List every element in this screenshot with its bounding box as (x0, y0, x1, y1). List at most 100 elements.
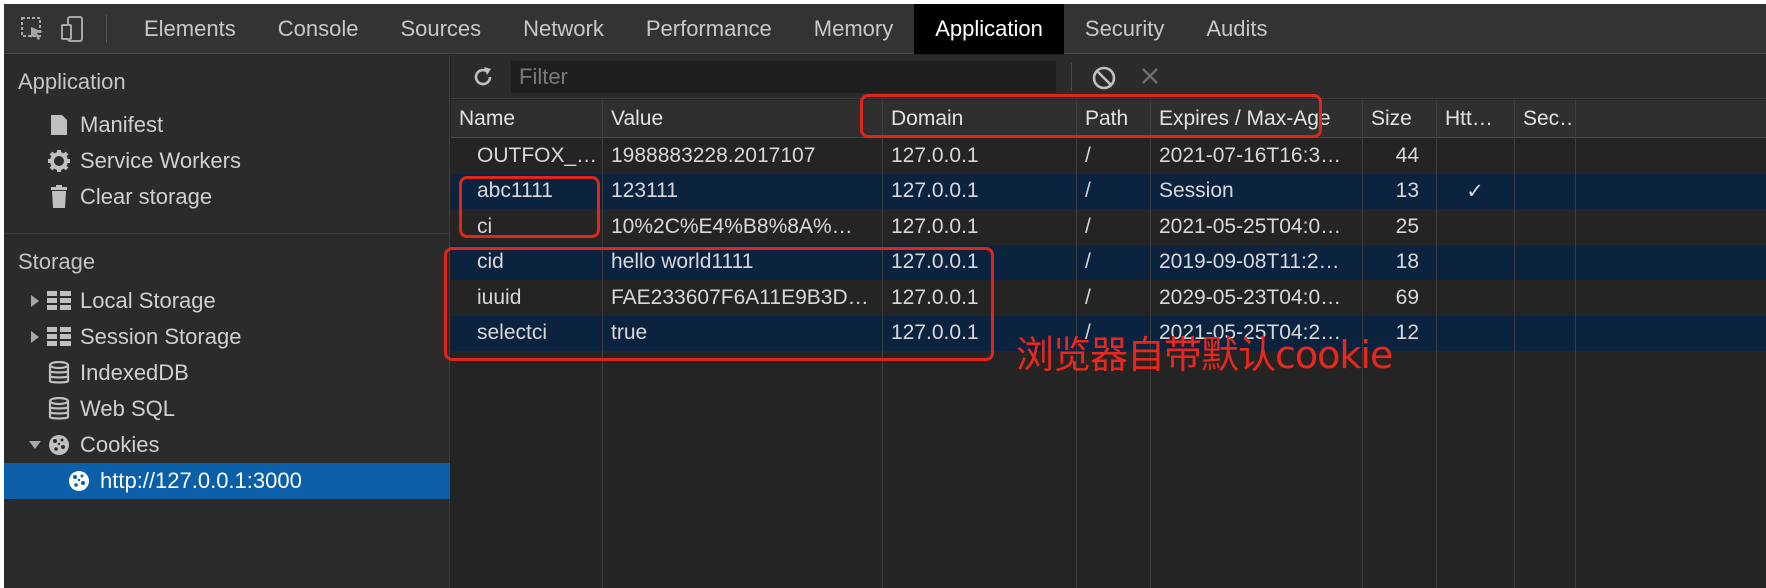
cell-value: 123111 (611, 179, 678, 203)
column-divider[interactable] (1575, 100, 1576, 588)
tab-application[interactable]: Application (914, 3, 1064, 54)
tab-sources[interactable]: Sources (379, 4, 502, 54)
sidebar-item-indexeddb[interactable]: IndexedDB (46, 355, 189, 391)
tab-security[interactable]: Security (1064, 4, 1185, 54)
cookie-icon (66, 468, 92, 494)
cell-secure (1523, 174, 1575, 210)
sidebar-item-manifest[interactable]: Manifest (46, 107, 163, 143)
delete-selected-icon[interactable] (1139, 65, 1161, 87)
tab-memory[interactable]: Memory (793, 4, 914, 54)
sidebar-item-label: Local Storage (80, 288, 216, 313)
cell-secure (1523, 209, 1575, 245)
collapse-arrow-icon[interactable] (28, 438, 42, 452)
cell-name: OUTFOX_… (477, 143, 598, 167)
sidebar-section-application: Application (18, 69, 126, 94)
tab-console[interactable]: Console (257, 4, 380, 54)
sidebar: Application Manifest Service Workers Cle… (4, 55, 450, 588)
table-row[interactable]: abc1111 123111 127.0.0.1/Session 13 ✓ (451, 173, 1766, 210)
column-divider[interactable] (1514, 100, 1515, 588)
column-header-size[interactable]: Size (1371, 100, 1435, 137)
database-icon (46, 396, 72, 422)
cell-size: 44 (1395, 143, 1419, 167)
cell-domain: 127.0.0.1 (891, 214, 979, 238)
tab-list: Elements Console Sources Network Performance… (123, 3, 1289, 54)
sidebar-item-label: http://127.0.0.1:3000 (100, 468, 302, 493)
cell-http (1437, 245, 1513, 281)
cell-secure (1523, 138, 1575, 174)
sidebar-item-label: IndexedDB (80, 360, 189, 385)
column-header-name[interactable]: Name (459, 100, 601, 137)
sidebar-section-storage: Storage (18, 249, 96, 274)
sidebar-divider (4, 233, 450, 234)
annotation-text: 浏览器自带默认cookie (1016, 333, 1393, 377)
cookie-icon (46, 432, 72, 458)
sidebar-item-label: Manifest (80, 112, 164, 137)
grid-icon (46, 288, 72, 314)
cell-expires: 2029-05-23T04:0… (1159, 285, 1342, 309)
cell-http (1437, 316, 1513, 352)
trash-icon (46, 184, 72, 210)
database-icon (46, 360, 72, 386)
toolbar-separator (1071, 63, 1072, 91)
toolbar-separator (106, 14, 107, 43)
sidebar-item-local-storage[interactable]: Local Storage (28, 283, 216, 319)
cell-path: / (1085, 285, 1091, 309)
cookies-toolbar (451, 55, 1766, 99)
column-header-http[interactable]: Htt… (1445, 100, 1513, 137)
cell-path: / (1085, 214, 1091, 238)
cell-size: 69 (1395, 285, 1419, 309)
sidebar-item-session-storage[interactable]: Session Storage (28, 319, 241, 355)
cell-domain: 127.0.0.1 (891, 143, 979, 167)
inspect-element-icon[interactable] (18, 14, 48, 44)
clear-all-icon[interactable] (1091, 65, 1117, 91)
column-header-secure[interactable]: Sec… (1523, 100, 1575, 137)
column-header-value[interactable]: Value (611, 100, 881, 137)
cell-size: 18 (1395, 250, 1419, 274)
sidebar-item-service-workers[interactable]: Service Workers (46, 143, 241, 179)
cell-path: / (1085, 143, 1091, 167)
sidebar-item-label: Web SQL (80, 396, 175, 421)
annotation-box-domain-expires (860, 94, 1322, 138)
cell-value: 1988883228.2017107 (611, 143, 816, 167)
expand-arrow-icon[interactable] (28, 330, 42, 344)
device-toolbar-icon[interactable] (58, 14, 88, 44)
manifest-icon (46, 112, 72, 138)
gear-icon (46, 148, 72, 174)
sidebar-item-web-sql[interactable]: Web SQL (46, 391, 175, 427)
cell-path: / (1085, 179, 1091, 203)
expand-arrow-icon[interactable] (28, 294, 42, 308)
tab-performance[interactable]: Performance (625, 4, 793, 54)
cell-http (1437, 138, 1513, 174)
sidebar-item-label: Clear storage (80, 184, 213, 209)
cell-expires: 2021-07-16T16:3… (1159, 143, 1342, 167)
cell-size: 13 (1395, 179, 1419, 203)
annotation-box-default-cookies (444, 247, 994, 361)
sidebar-item-clear-storage[interactable]: Clear storage (46, 179, 212, 215)
tab-elements[interactable]: Elements (123, 4, 257, 54)
cell-expires: 2021-05-25T04:0… (1159, 214, 1342, 238)
sidebar-item-label: Cookies (80, 432, 160, 457)
tab-audits[interactable]: Audits (1185, 4, 1288, 54)
table-row[interactable]: ci 10%2C%E4%B8%8A%… 127.0.0.1/2021-05-25T0… (451, 209, 1766, 245)
table-row[interactable]: OUTFOX_… 1988883228.2017107 127.0.0.1 / 2021… (451, 138, 1766, 174)
cell-http: ✓ (1466, 179, 1484, 203)
cell-size: 25 (1395, 214, 1419, 238)
sidebar-item-cookies[interactable]: Cookies (28, 427, 159, 463)
sidebar-item-cookie-origin[interactable]: http://127.0.0.1:3000 (4, 463, 450, 499)
cell-value: 10%2C%E4%B8%8A%… (611, 214, 853, 238)
cell-http (1437, 209, 1513, 245)
cell-expires: Session (1159, 179, 1234, 203)
annotation-box-custom-cookies (459, 176, 600, 238)
cell-secure (1523, 280, 1575, 316)
cell-secure (1523, 245, 1575, 281)
grid-icon (46, 324, 72, 350)
cell-path: / (1085, 250, 1091, 274)
filter-input[interactable] (511, 61, 1056, 93)
cell-expires: 2019-09-08T11:2… (1159, 250, 1340, 274)
tab-network[interactable]: Network (502, 4, 625, 54)
cell-domain: 127.0.0.1 (891, 179, 979, 203)
refresh-icon[interactable] (471, 65, 495, 89)
sidebar-item-label: Session Storage (80, 324, 242, 349)
column-divider[interactable] (1436, 100, 1437, 588)
cell-http (1437, 280, 1513, 316)
